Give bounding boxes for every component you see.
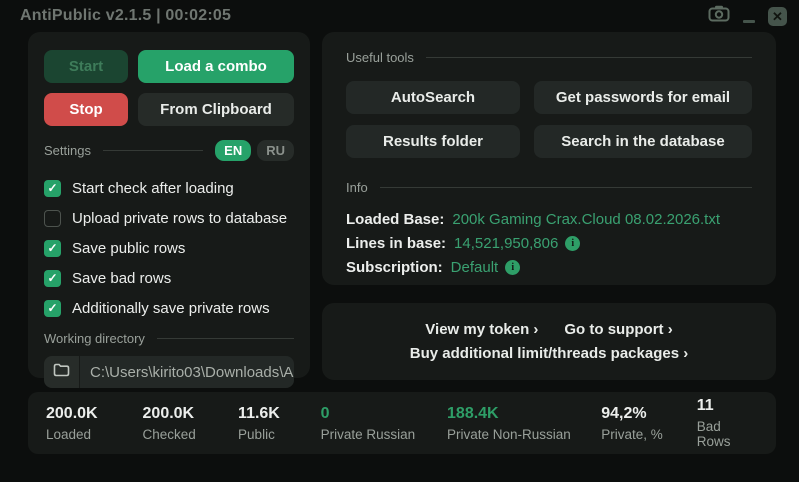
autosearch-button[interactable]: AutoSearch — [346, 81, 520, 114]
divider — [103, 150, 203, 151]
stat-label: Private Non-Russian — [447, 427, 601, 442]
minimize-icon — [743, 20, 755, 23]
subscription-value: Default — [451, 259, 499, 276]
stat-private-non-russian: 188.4K Private Non-Russian — [447, 405, 601, 442]
loaded-base-label: Loaded Base: — [346, 211, 444, 228]
stat-value: 11 — [697, 397, 758, 415]
info-rows: Loaded Base: 200k Gaming Crax.Cloud 08.0… — [346, 207, 752, 279]
tools-info-panel: Useful tools AutoSearch Get passwords fo… — [322, 32, 776, 285]
divider — [157, 338, 294, 339]
stat-value: 11.6K — [238, 405, 321, 423]
stat-value: 200.0K — [143, 405, 239, 423]
lines-in-base-value: 14,521,950,806 — [454, 235, 558, 252]
account-links-panel: View my token › Go to support › Buy addi… — [322, 303, 776, 380]
checkbox-checked[interactable]: ✓ — [44, 180, 61, 197]
language-toggle-ru[interactable]: RU — [257, 140, 294, 161]
checkbox-unchecked[interactable] — [44, 210, 61, 227]
checkbox-label: Start check after loading — [72, 180, 234, 197]
info-header: Info — [346, 180, 752, 195]
window-title: AntiPublic v2.1.5 | 00:02:05 — [20, 7, 231, 25]
loaded-base-row: Loaded Base: 200k Gaming Crax.Cloud 08.0… — [346, 207, 752, 231]
stat-label: Loaded — [46, 427, 143, 442]
check-icon: ✓ — [47, 272, 57, 284]
stat-value: 200.0K — [46, 405, 143, 423]
close-button[interactable]: ✕ — [768, 7, 787, 26]
loaded-base-value: 200k Gaming Crax.Cloud 08.02.2026.txt — [452, 211, 720, 228]
useful-tools-header: Useful tools — [346, 50, 752, 65]
lines-in-base-label: Lines in base: — [346, 235, 446, 252]
checkbox-save-bad-rows[interactable]: ✓ Save bad rows — [44, 263, 294, 293]
stat-value: 188.4K — [447, 405, 601, 423]
useful-tools-label: Useful tools — [346, 50, 414, 65]
stat-label: Bad Rows — [697, 419, 758, 449]
start-button[interactable]: Start — [44, 50, 128, 83]
camera-icon — [708, 5, 730, 27]
close-icon: ✕ — [772, 10, 783, 23]
checkbox-additionally-save-private-rows[interactable]: ✓ Additionally save private rows — [44, 293, 294, 323]
stat-private-russian: 0 Private Russian — [321, 405, 447, 442]
stat-private-percent: 94,2% Private, % — [601, 405, 697, 442]
statistics-bar: 200.0K Loaded 200.0K Checked 11.6K Publi… — [28, 392, 776, 454]
browse-folder-button[interactable] — [44, 356, 80, 388]
from-clipboard-button[interactable]: From Clipboard — [138, 93, 294, 126]
links-row-bottom: Buy additional limit/threads packages › — [410, 345, 688, 362]
check-icon: ✓ — [47, 302, 57, 314]
checkbox-label: Upload private rows to database — [72, 210, 287, 227]
window-controls: ✕ — [708, 7, 787, 26]
screenshot-button[interactable] — [708, 7, 730, 25]
info-icon[interactable]: i — [505, 260, 520, 275]
info-label: Info — [346, 180, 368, 195]
checkbox-save-public-rows[interactable]: ✓ Save public rows — [44, 233, 294, 263]
checkbox-label: Save bad rows — [72, 270, 171, 287]
stat-checked: 200.0K Checked — [143, 405, 239, 442]
stat-loaded: 200.0K Loaded — [46, 405, 143, 442]
stat-label: Private, % — [601, 427, 697, 442]
stat-label: Private Russian — [321, 427, 447, 442]
links-row-top: View my token › Go to support › — [425, 321, 672, 338]
load-combo-button[interactable]: Load a combo — [138, 50, 294, 83]
stat-value: 0 — [321, 405, 447, 423]
language-toggle-en[interactable]: EN — [215, 140, 251, 161]
folder-icon — [53, 363, 70, 382]
checkbox-checked[interactable]: ✓ — [44, 300, 61, 317]
stat-label: Public — [238, 427, 321, 442]
view-my-token-link[interactable]: View my token › — [425, 321, 538, 338]
divider — [380, 187, 752, 188]
stop-button[interactable]: Stop — [44, 93, 128, 126]
checkbox-upload-private-rows[interactable]: Upload private rows to database — [44, 203, 294, 233]
results-folder-button[interactable]: Results folder — [346, 125, 520, 158]
check-icon: ✓ — [47, 182, 57, 194]
settings-label: Settings — [44, 143, 91, 158]
subscription-label: Subscription: — [346, 259, 443, 276]
minimize-button[interactable] — [742, 7, 756, 25]
action-buttons: Start Load a combo Stop From Clipboard — [44, 50, 294, 126]
lines-in-base-row: Lines in base: 14,521,950,806 i — [346, 231, 752, 255]
checkbox-label: Save public rows — [72, 240, 185, 257]
stat-label: Checked — [143, 427, 239, 442]
working-directory-label: Working directory — [44, 331, 145, 346]
working-directory-path-field[interactable]: C:\Users\kirito03\Downloads\An... — [80, 356, 294, 388]
stat-value: 94,2% — [601, 405, 697, 423]
working-directory-header: Working directory — [44, 331, 294, 346]
checkbox-label: Additionally save private rows — [72, 300, 270, 317]
divider — [426, 57, 752, 58]
useful-tools-buttons: AutoSearch Get passwords for email Resul… — [346, 81, 752, 158]
stat-bad-rows: 11 Bad Rows — [697, 397, 758, 449]
settings-checkbox-list: ✓ Start check after loading Upload priva… — [44, 173, 294, 323]
working-directory-control: C:\Users\kirito03\Downloads\An... — [44, 356, 294, 388]
subscription-row: Subscription: Default i — [346, 255, 752, 279]
info-icon[interactable]: i — [565, 236, 580, 251]
search-in-database-button[interactable]: Search in the database — [534, 125, 752, 158]
settings-header: Settings EN RU — [44, 140, 294, 161]
title-bar: AntiPublic v2.1.5 | 00:02:05 ✕ — [0, 0, 799, 32]
checkbox-start-check-after-loading[interactable]: ✓ Start check after loading — [44, 173, 294, 203]
buy-additional-packages-link[interactable]: Buy additional limit/threads packages › — [410, 345, 688, 362]
get-passwords-for-email-button[interactable]: Get passwords for email — [534, 81, 752, 114]
checkbox-checked[interactable]: ✓ — [44, 240, 61, 257]
control-panel: Start Load a combo Stop From Clipboard S… — [28, 32, 310, 378]
check-icon: ✓ — [47, 242, 57, 254]
checkbox-checked[interactable]: ✓ — [44, 270, 61, 287]
go-to-support-link[interactable]: Go to support › — [564, 321, 672, 338]
stat-public: 11.6K Public — [238, 405, 321, 442]
